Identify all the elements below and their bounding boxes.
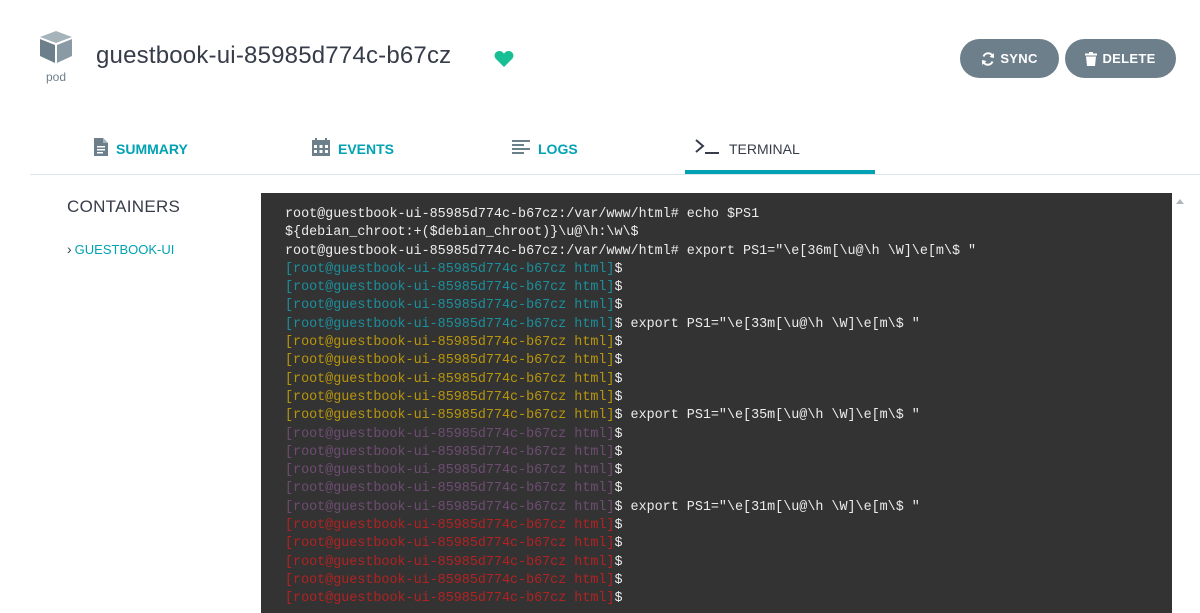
terminal-command: $ [614, 335, 623, 351]
terminal-prompt: root@guestbook-ui-85985d774c-b67cz:/var/… [285, 243, 687, 259]
tab-logs[interactable]: LOGS [512, 122, 578, 175]
terminal-prompt: [root@guestbook-ui-85985d774c-b67cz html… [285, 335, 615, 351]
terminal-line: [root@guestbook-ui-85985d774c-b67cz html… [285, 426, 1172, 444]
active-tab-indicator [685, 170, 875, 174]
cube-icon [40, 31, 72, 63]
file-icon [94, 138, 108, 159]
terminal-line: ${debian_chroot:+($debian_chroot)}\u@\h:… [285, 224, 1172, 242]
terminal-prompt: [root@guestbook-ui-85985d774c-b67cz html… [285, 463, 615, 479]
terminal-prompt: [root@guestbook-ui-85985d774c-b67cz html… [285, 499, 615, 515]
sync-icon [981, 51, 995, 66]
pod-badge: pod [36, 30, 76, 86]
terminal-prompt: [root@guestbook-ui-85985d774c-b67cz html… [285, 444, 615, 460]
scroll-up-arrow-icon[interactable] [1176, 199, 1184, 204]
terminal-command: $ [614, 371, 623, 387]
terminal-command: $ export PS1="\e[33m[\u@\h \W]\e[m\$ " [614, 316, 920, 332]
align-left-icon [512, 140, 530, 157]
chevron-right-icon: › [67, 241, 72, 257]
sync-button-label: SYNC [1000, 51, 1038, 66]
terminal-prompt: root@guestbook-ui-85985d774c-b67cz:/var/… [285, 207, 687, 222]
terminal-command: $ [614, 518, 623, 534]
tab-summary-label: SUMMARY [116, 140, 188, 157]
terminal-command: $ [614, 280, 623, 296]
heart-icon [494, 51, 514, 67]
terminal-line: [root@guestbook-ui-85985d774c-b67cz html… [285, 371, 1172, 389]
calendar-icon [312, 138, 330, 159]
terminal-command: $ [614, 444, 623, 460]
terminal-command: echo $PS1 [686, 207, 760, 222]
terminal-command: $ [614, 389, 623, 405]
tab-terminal[interactable]: TERMINAL [695, 122, 800, 175]
terminal-line: [root@guestbook-ui-85985d774c-b67cz html… [285, 297, 1172, 315]
terminal-line: [root@guestbook-ui-85985d774c-b67cz html… [285, 352, 1172, 370]
terminal-prompt: [root@guestbook-ui-85985d774c-b67cz html… [285, 554, 615, 570]
tab-events-label: EVENTS [338, 140, 395, 157]
terminal-line: [root@guestbook-ui-85985d774c-b67cz html… [285, 316, 1172, 334]
containers-heading: CONTAINERS [67, 197, 181, 216]
terminal-prompt: ${debian_chroot:+($debian_chroot)}\u@\h:… [285, 225, 639, 241]
terminal-command: export PS1="\e[36m[\u@\h \W]\e[m\$ " [686, 243, 977, 259]
container-item-label: GUESTBOOK-UI [74, 241, 175, 257]
page-title: guestbook-ui-85985d774c-b67cz [96, 42, 452, 69]
terminal-command: $ [614, 536, 623, 552]
terminal-icon [695, 139, 721, 158]
terminal-line: [root@guestbook-ui-85985d774c-b67cz html… [285, 407, 1172, 425]
terminal-command: $ [614, 481, 623, 497]
terminal-command: $ [614, 572, 623, 588]
terminal-line: [root@guestbook-ui-85985d774c-b67cz html… [285, 590, 1172, 608]
terminal-line: [root@guestbook-ui-85985d774c-b67cz html… [285, 334, 1172, 352]
terminal-command: $ export PS1="\e[35m[\u@\h \W]\e[m\$ " [614, 408, 920, 424]
terminal-prompt: [root@guestbook-ui-85985d774c-b67cz html… [285, 316, 615, 332]
terminal-command: $ [614, 554, 623, 570]
resource-kind-label: pod [45, 70, 67, 84]
terminal-output[interactable]: root@guestbook-ui-85985d774c-b67cz:/var/… [261, 193, 1172, 613]
terminal-line: [root@guestbook-ui-85985d774c-b67cz html… [285, 499, 1172, 517]
terminal-prompt: [root@guestbook-ui-85985d774c-b67cz html… [285, 518, 615, 534]
terminal-command: $ [614, 261, 623, 277]
terminal-line: root@guestbook-ui-85985d774c-b67cz:/var/… [285, 206, 1172, 224]
terminal-command: $ export PS1="\e[31m[\u@\h \W]\e[m\$ " [614, 499, 920, 515]
terminal-prompt: [root@guestbook-ui-85985d774c-b67cz html… [285, 591, 615, 607]
terminal-scrollbar[interactable] [1174, 193, 1188, 613]
terminal-line: [root@guestbook-ui-85985d774c-b67cz html… [285, 517, 1172, 535]
delete-button[interactable]: DELETE [1065, 39, 1176, 78]
terminal-prompt: [root@guestbook-ui-85985d774c-b67cz html… [285, 261, 615, 277]
terminal-command: $ [614, 463, 623, 479]
terminal-line: [root@guestbook-ui-85985d774c-b67cz html… [285, 444, 1172, 462]
terminal-line: [root@guestbook-ui-85985d774c-b67cz html… [285, 535, 1172, 553]
tab-terminal-label: TERMINAL [729, 140, 800, 157]
terminal-line: root@guestbook-ui-85985d774c-b67cz:/var/… [285, 243, 1172, 261]
tab-bar: SUMMARY EVENTS LOGS TERMINAL [30, 122, 1200, 175]
terminal-command: $ [614, 591, 623, 607]
terminal-command: $ [614, 353, 623, 369]
delete-button-label: DELETE [1102, 51, 1156, 66]
terminal-prompt: [root@guestbook-ui-85985d774c-b67cz html… [285, 280, 615, 296]
terminal-line: [root@guestbook-ui-85985d774c-b67cz html… [285, 261, 1172, 279]
terminal-line: [root@guestbook-ui-85985d774c-b67cz html… [285, 480, 1172, 498]
terminal-line: [root@guestbook-ui-85985d774c-b67cz html… [285, 572, 1172, 590]
terminal-prompt: [root@guestbook-ui-85985d774c-b67cz html… [285, 481, 615, 497]
terminal-command: $ [614, 426, 623, 442]
terminal-prompt: [root@guestbook-ui-85985d774c-b67cz html… [285, 371, 615, 387]
terminal-prompt: [root@guestbook-ui-85985d774c-b67cz html… [285, 572, 615, 588]
sync-button[interactable]: SYNC [960, 39, 1059, 78]
tab-events[interactable]: EVENTS [312, 122, 394, 175]
terminal-prompt: [root@guestbook-ui-85985d774c-b67cz html… [285, 353, 615, 369]
terminal-prompt: [root@guestbook-ui-85985d774c-b67cz html… [285, 408, 615, 424]
terminal-prompt: [root@guestbook-ui-85985d774c-b67cz html… [285, 536, 615, 552]
terminal-line: [root@guestbook-ui-85985d774c-b67cz html… [285, 462, 1172, 480]
terminal-command: $ [614, 298, 623, 314]
trash-icon [1085, 51, 1098, 66]
terminal-prompt: [root@guestbook-ui-85985d774c-b67cz html… [285, 426, 615, 442]
terminal-prompt: [root@guestbook-ui-85985d774c-b67cz html… [285, 298, 615, 314]
terminal-line: [root@guestbook-ui-85985d774c-b67cz html… [285, 554, 1172, 572]
tab-logs-label: LOGS [538, 140, 578, 157]
terminal-prompt: [root@guestbook-ui-85985d774c-b67cz html… [285, 389, 615, 405]
terminal-line: [root@guestbook-ui-85985d774c-b67cz html… [285, 279, 1172, 297]
tab-summary[interactable]: SUMMARY [94, 122, 188, 175]
container-item-guestbook-ui[interactable]: › GUESTBOOK-UI [67, 241, 174, 257]
terminal-line: [root@guestbook-ui-85985d774c-b67cz html… [285, 389, 1172, 407]
